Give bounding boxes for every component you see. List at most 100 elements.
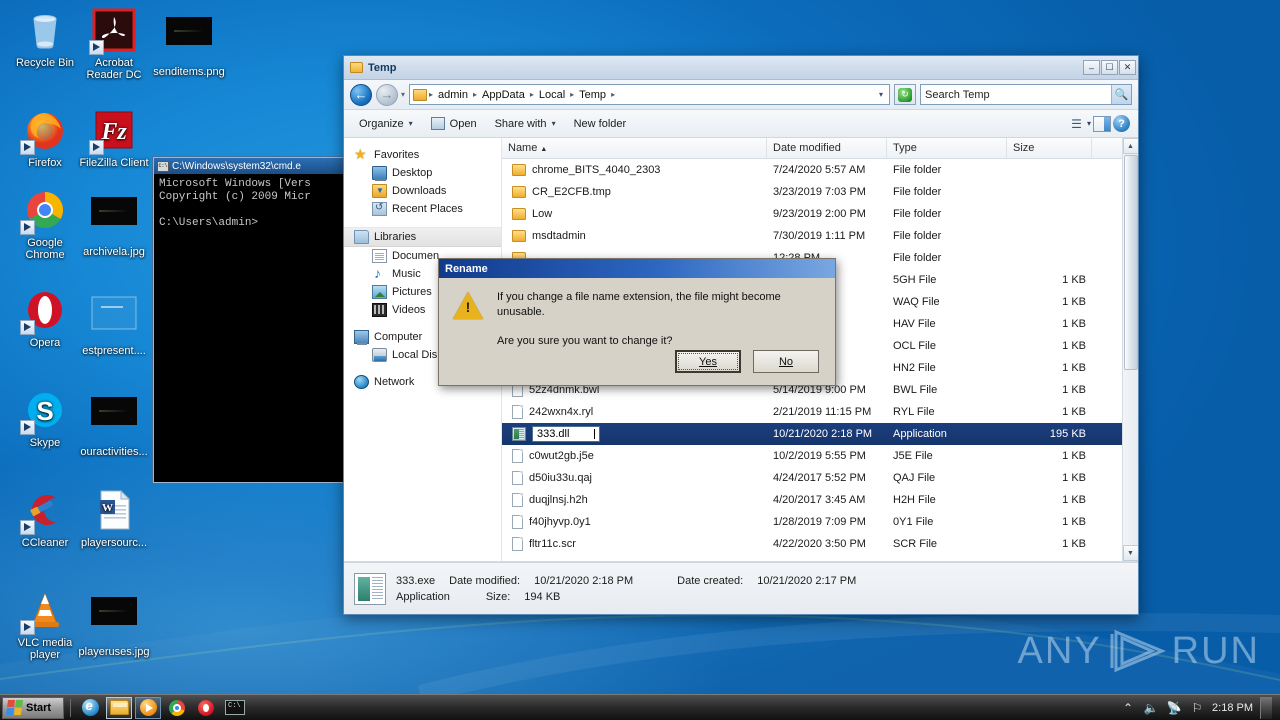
column-header-name[interactable]: Name ▲ [502, 138, 767, 158]
address-dropdown-icon[interactable]: ▾ [879, 90, 886, 99]
scroll-down-button[interactable]: ▼ [1122, 545, 1138, 561]
details-type: Application [396, 590, 450, 603]
table-row[interactable]: c0wut2gb.j5e 10/2/2019 5:55 PM J5E File 1 K… [502, 445, 1138, 467]
desktop-icon-skype[interactable]: S Skype [6, 388, 84, 449]
cell-name[interactable]: 333.dll [502, 426, 767, 442]
maximize-button[interactable]: ☐ [1101, 60, 1118, 75]
taskbar-windows-explorer[interactable] [106, 696, 132, 719]
network-icon[interactable]: 📡 [1166, 700, 1182, 716]
cell-name[interactable]: CR_E2CFB.tmp [502, 186, 767, 198]
taskbar-chrome[interactable] [164, 697, 190, 719]
refresh-button[interactable]: ↻ [894, 84, 916, 105]
desktop-icon-firefox[interactable]: Firefox [6, 108, 84, 169]
share-with-button[interactable]: Share with ▾ [486, 114, 565, 134]
cell-type: File folder [893, 208, 942, 220]
breadcrumb-appdata[interactable]: AppData [479, 88, 528, 102]
back-button[interactable]: ← [350, 83, 372, 106]
scrollbar-thumb[interactable] [1124, 155, 1138, 370]
nav-item-favorites[interactable]: Favorites [344, 146, 501, 164]
desktop-icon-playeruses-jpg[interactable]: playeruses.jpg [75, 588, 153, 658]
cell-name[interactable]: d50iu33u.qaj [502, 471, 767, 485]
cell-name[interactable]: fltr11c.scr [502, 537, 767, 551]
desktop-icon-vlc-media-player[interactable]: VLC media player [6, 588, 84, 661]
table-row[interactable]: 242wxn4x.ryl 2/21/2019 11:15 PM RYL File 1 … [502, 401, 1138, 423]
table-row[interactable]: msdtadmin 7/30/2019 1:11 PM File folder [502, 225, 1138, 247]
search-box[interactable]: Search Temp 🔍 [920, 84, 1132, 105]
address-bar[interactable]: ▸ admin ▸ AppData ▸ Local ▸ Temp ▸ ▾ [409, 84, 890, 105]
cell-name[interactable]: msdtadmin [502, 230, 767, 242]
column-header-type[interactable]: Type [887, 138, 1007, 158]
cell-name[interactable]: Low [502, 208, 767, 220]
taskbar-internet-explorer[interactable] [77, 697, 103, 719]
table-row[interactable]: CR_E2CFB.tmp 3/23/2019 7:03 PM File folder [502, 181, 1138, 203]
command-prompt-window[interactable]: C:\ C:\Windows\system32\cmd.e Microsoft … [153, 157, 349, 483]
table-row[interactable]: 333.dll 10/21/2020 2:18 PM Application 195 … [502, 423, 1138, 445]
cmd-titlebar[interactable]: C:\ C:\Windows\system32\cmd.e [154, 158, 348, 174]
cell-name[interactable]: duqjlnsj.h2h [502, 493, 767, 507]
desktop-icon-google-chrome[interactable]: Google Chrome [6, 188, 84, 261]
cell-name[interactable]: chrome_BITS_4040_2303 [502, 164, 767, 176]
organize-button[interactable]: Organize ▾ [350, 114, 422, 134]
taskbar-media-player[interactable] [135, 696, 161, 719]
start-button[interactable]: Start [2, 696, 64, 719]
nav-item-recent-places[interactable]: Recent Places [344, 200, 501, 218]
new-folder-button[interactable]: New folder [565, 114, 636, 134]
table-row[interactable]: duqjlnsj.h2h 4/20/2017 3:45 AM H2H File 1 K… [502, 489, 1138, 511]
cell-name[interactable]: 242wxn4x.ryl [502, 405, 767, 419]
scroll-up-button[interactable]: ▲ [1122, 138, 1138, 154]
search-input[interactable]: Search Temp [925, 89, 1111, 101]
nav-item-desktop[interactable]: Desktop [344, 164, 501, 182]
desktop-icon-estpresent[interactable]: estpresent.... [75, 288, 153, 357]
taskbar-opera[interactable] [193, 697, 219, 719]
table-row[interactable]: f40jhyvp.0y1 1/28/2019 7:09 PM 0Y1 File 1 K… [502, 511, 1138, 533]
search-icon[interactable]: 🔍 [1111, 85, 1131, 104]
column-header-size[interactable]: Size [1007, 138, 1092, 158]
nav-item-downloads[interactable]: Downloads [344, 182, 501, 200]
taskbar[interactable]: Start ⌃ 🔈 📡 ⚐ 2:18 PM [0, 694, 1280, 720]
desktop-icon-filezilla-client[interactable]: Fz FileZilla Client [75, 108, 153, 169]
desktop-icon-ouractivities[interactable]: ouractivities... [75, 388, 153, 458]
rename-confirmation-dialog[interactable]: Rename If you change a file name extensi… [438, 258, 836, 386]
rename-input[interactable]: 333.dll [532, 426, 600, 442]
breadcrumb-local[interactable]: Local [536, 88, 568, 102]
yes-button[interactable]: Yes [675, 350, 741, 373]
desktop-icon-senditems-png[interactable]: senditems.png [150, 8, 228, 78]
desktop-icon-archivela-jpg[interactable]: archivela.jpg [75, 188, 153, 258]
view-list-icon[interactable]: ☰ [1068, 115, 1085, 132]
column-header-date-modified[interactable]: Date modified [767, 138, 887, 158]
volume-icon[interactable]: 🔈 [1143, 700, 1159, 716]
explorer-titlebar[interactable]: Temp – ☐ ✕ [344, 56, 1138, 80]
table-row[interactable]: Low 9/23/2019 2:00 PM File folder [502, 203, 1138, 225]
taskbar-command-prompt[interactable] [222, 697, 248, 719]
table-row[interactable]: fltr11c.scr 4/22/2020 3:50 PM SCR File 1 KB [502, 533, 1138, 555]
recent-pages-dropdown-icon[interactable]: ▾ [401, 90, 405, 99]
vertical-scrollbar[interactable]: ▲ ▼ [1122, 138, 1138, 561]
desktop-icon-playersourc[interactable]: Wplayersourc... [75, 488, 153, 549]
preview-pane-icon[interactable] [1093, 115, 1111, 132]
no-button[interactable]: No [753, 350, 819, 373]
cell-type: RYL File [893, 406, 935, 418]
clock[interactable]: 2:18 PM [1212, 702, 1253, 714]
open-button[interactable]: Open [422, 113, 486, 134]
table-row[interactable]: d50iu33u.qaj 4/24/2017 5:52 PM QAJ File 1 K… [502, 467, 1138, 489]
close-button[interactable]: ✕ [1119, 60, 1136, 75]
show-desktop-button[interactable] [1260, 696, 1272, 719]
breadcrumb-admin[interactable]: admin [435, 88, 471, 102]
action-center-icon[interactable]: ⚐ [1189, 700, 1205, 716]
desktop-icon-ccleaner[interactable]: CCleaner [6, 488, 84, 549]
help-icon[interactable]: ? [1113, 115, 1130, 132]
cell-name[interactable]: c0wut2gb.j5e [502, 449, 767, 463]
cell-name[interactable]: f40jhyvp.0y1 [502, 515, 767, 529]
chevron-down-icon[interactable]: ▾ [1087, 119, 1091, 128]
nav-item-libraries[interactable]: Libraries [344, 227, 501, 247]
table-row[interactable]: chrome_BITS_4040_2303 7/24/2020 5:57 AM Fi… [502, 159, 1138, 181]
forward-button[interactable]: → [376, 83, 398, 106]
dialog-titlebar[interactable]: Rename [439, 259, 835, 278]
show-hidden-icons-icon[interactable]: ⌃ [1120, 700, 1136, 716]
minimize-button[interactable]: – [1083, 60, 1100, 75]
desktop-icon-acrobat-reader-dc[interactable]: Acrobat Reader DC [75, 8, 153, 81]
desktop-icon-recycle-bin[interactable]: Recycle Bin [6, 8, 84, 69]
desktop-icon-opera[interactable]: Opera [6, 288, 84, 349]
breadcrumb-temp[interactable]: Temp [576, 88, 609, 102]
desktop-icon-label: FileZilla Client [79, 157, 149, 169]
